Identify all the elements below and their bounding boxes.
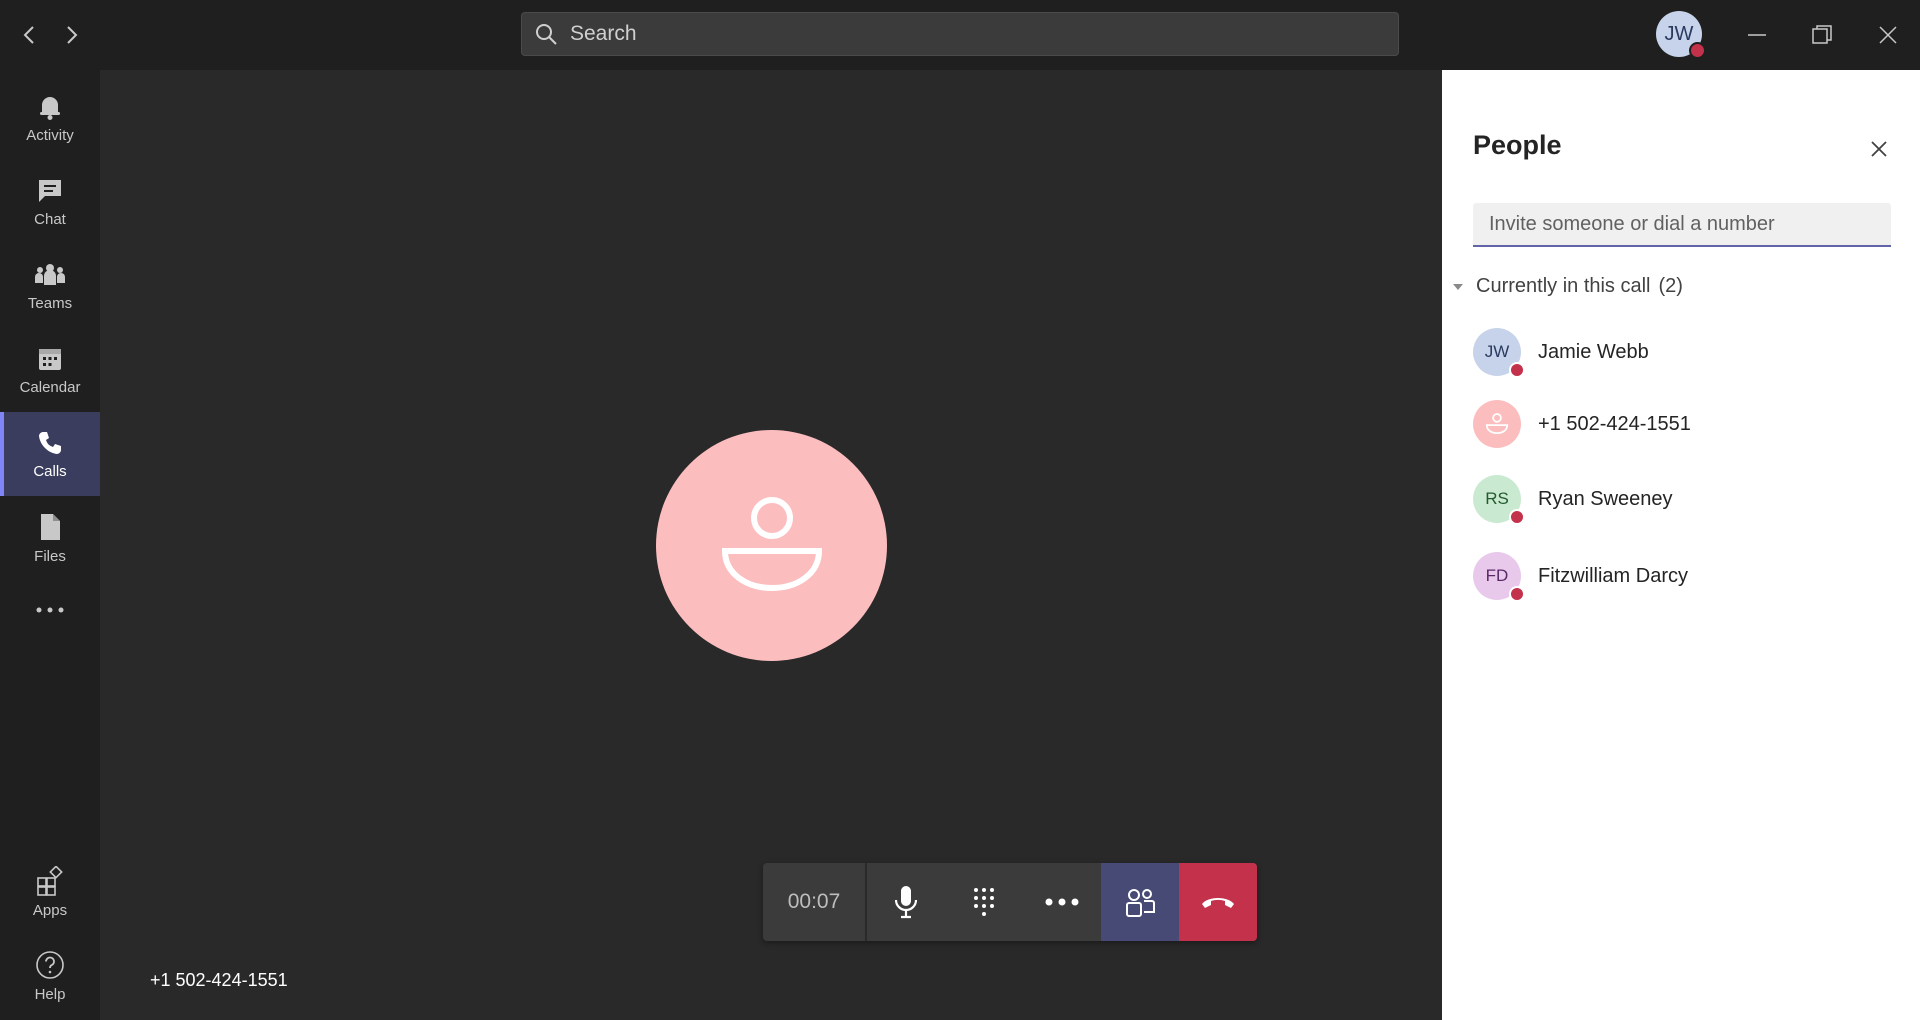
more-icon <box>1045 898 1079 906</box>
caller-avatar <box>656 430 887 661</box>
rail-item-apps[interactable]: Apps <box>0 850 100 934</box>
call-controls: 00:07 <box>763 863 1257 941</box>
user-avatar[interactable]: JW <box>1656 11 1706 59</box>
rail-item-label: Chat <box>34 210 66 228</box>
app-rail: Activity Chat Teams Calendar Calls Files… <box>0 70 100 1020</box>
invite-input[interactable] <box>1473 203 1891 245</box>
chevron-left-icon <box>23 26 34 44</box>
rail-item-more[interactable] <box>0 580 100 640</box>
rail-item-calendar[interactable]: Calendar <box>0 328 100 412</box>
panel-title: People <box>1473 130 1562 160</box>
minimize-icon <box>1748 34 1766 36</box>
avatar: JW <box>1473 328 1525 378</box>
close-icon <box>1871 141 1887 157</box>
rail-item-chat[interactable]: Chat <box>0 160 100 244</box>
participant-name: Fitzwilliam Darcy <box>1538 564 1688 587</box>
participant-name: +1 502-424-1551 <box>1538 412 1691 435</box>
rail-item-label: Calls <box>33 462 67 480</box>
dialpad-icon <box>974 888 994 916</box>
more-actions-button[interactable] <box>1023 863 1101 941</box>
restore-button[interactable] <box>1799 14 1845 56</box>
rail-item-label: Calendar <box>19 378 81 396</box>
rail-item-label: Files <box>34 547 66 565</box>
user-initials: JW <box>1664 22 1694 45</box>
invite-field[interactable] <box>1473 203 1891 247</box>
people-panel: People Currently in this call (2) JW Jam… <box>1442 70 1920 1020</box>
people-icon <box>1126 889 1155 917</box>
rail-item-label: Apps <box>32 901 68 919</box>
presence-badge <box>1509 509 1525 525</box>
rail-item-help[interactable]: Help <box>0 934 100 1018</box>
close-panel-button[interactable] <box>1862 132 1896 166</box>
mute-button[interactable] <box>867 863 945 941</box>
search-icon <box>536 24 557 45</box>
presence-badge <box>1689 42 1706 59</box>
person-placeholder-icon <box>1485 413 1509 435</box>
dialpad-button[interactable] <box>945 863 1023 941</box>
caller-number: +1 502-424-1551 <box>150 970 288 990</box>
avatar: RS <box>1473 475 1525 525</box>
call-timer: 00:07 <box>763 863 867 941</box>
in-call-section-header[interactable]: Currently in this call (2) <box>1452 275 1683 298</box>
title-bar: JW <box>0 0 1920 70</box>
apps-icon <box>37 865 63 896</box>
teams-icon <box>35 263 65 285</box>
avatar-initials: FD <box>1485 566 1509 585</box>
search-box[interactable] <box>521 12 1399 56</box>
phone-icon <box>39 431 61 454</box>
rail-item-calls[interactable]: Calls <box>0 412 100 496</box>
microphone-icon <box>894 886 918 919</box>
participants-button[interactable] <box>1101 863 1179 941</box>
chevron-down-icon <box>1453 283 1463 290</box>
rail-item-teams[interactable]: Teams <box>0 244 100 328</box>
rail-item-label: Help <box>34 985 66 1003</box>
minimize-button[interactable] <box>1734 14 1780 56</box>
participant-name: Ryan Sweeney <box>1538 487 1673 510</box>
help-icon <box>36 950 64 979</box>
avatar-initials: RS <box>1485 489 1509 508</box>
back-button[interactable] <box>12 18 46 52</box>
person-placeholder-icon <box>721 496 822 591</box>
participant-item[interactable]: +1 502-424-1551 <box>1473 396 1893 452</box>
search-input[interactable] <box>568 13 1398 55</box>
close-window-button[interactable] <box>1865 14 1911 56</box>
forward-button[interactable] <box>55 18 89 52</box>
hang-up-button[interactable] <box>1179 863 1257 941</box>
avatar <box>1473 400 1521 448</box>
presence-badge <box>1509 586 1525 602</box>
participant-item[interactable]: FD Fitzwilliam Darcy <box>1473 548 1893 604</box>
rail-item-label: Teams <box>27 294 73 312</box>
participant-item[interactable]: RS Ryan Sweeney <box>1473 471 1893 527</box>
participant-name: Jamie Webb <box>1538 340 1649 363</box>
rail-item-files[interactable]: Files <box>0 496 100 580</box>
chat-icon <box>39 179 61 202</box>
calendar-icon <box>39 348 61 370</box>
bell-icon <box>40 96 60 120</box>
presence-badge <box>1509 362 1525 378</box>
restore-icon <box>1812 25 1832 44</box>
section-count: (2) <box>1658 275 1683 297</box>
more-icon <box>36 607 64 613</box>
participant-item[interactable]: JW Jamie Webb <box>1473 324 1893 380</box>
rail-item-label: Activity <box>26 126 74 144</box>
chevron-right-icon <box>67 26 78 44</box>
avatar: FD <box>1473 552 1525 602</box>
hang-up-icon <box>1202 898 1234 908</box>
rail-item-activity[interactable]: Activity <box>0 76 100 160</box>
section-label: Currently in this call <box>1476 275 1651 297</box>
avatar-initials: JW <box>1484 342 1510 361</box>
file-icon <box>41 513 60 540</box>
close-icon <box>1879 26 1897 44</box>
